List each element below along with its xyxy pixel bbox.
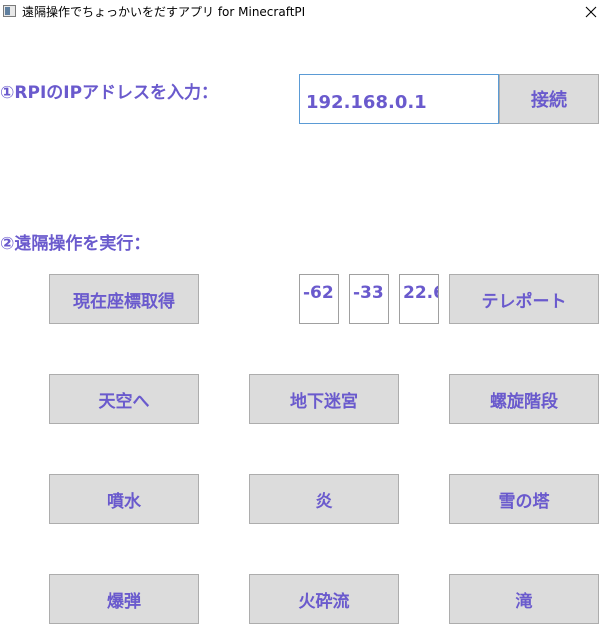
app-window-icon (3, 5, 16, 17)
fountain-button[interactable]: 噴水 (49, 474, 199, 524)
bomb-button[interactable]: 爆弾 (49, 574, 199, 624)
waterfall-button[interactable]: 滝 (449, 574, 599, 624)
labyrinth-button[interactable]: 地下迷宮 (249, 374, 399, 424)
sky-button[interactable]: 天空へ (49, 374, 199, 424)
connect-button[interactable]: 接続 (499, 74, 599, 124)
ip-section-label: ①RPIのIPアドレスを入力： (0, 83, 219, 103)
window-title: 遠隔操作でちょっかいをだすアプリ for MinecraftPI (22, 5, 306, 19)
teleport-button[interactable]: テレポート (449, 274, 599, 324)
flame-button[interactable]: 炎 (249, 474, 399, 524)
spiral-stairs-button[interactable]: 螺旋階段 (449, 374, 599, 424)
close-icon (585, 6, 597, 18)
close-button[interactable] (572, 0, 608, 26)
ip-address-input[interactable] (299, 74, 499, 124)
get-coordinates-button[interactable]: 現在座標取得 (49, 274, 199, 324)
pyroclastic-flow-button[interactable]: 火砕流 (249, 574, 399, 624)
remote-section-label: ②遠隔操作を実行： (0, 234, 151, 254)
coord-x-field[interactable]: -62 (299, 274, 339, 324)
coord-y-field[interactable]: -33 (349, 274, 389, 324)
coord-z-field[interactable]: 22.6 (399, 274, 439, 324)
title-bar: 遠隔操作でちょっかいをだすアプリ for MinecraftPI (0, 0, 608, 26)
snow-tower-button[interactable]: 雪の塔 (449, 474, 599, 524)
